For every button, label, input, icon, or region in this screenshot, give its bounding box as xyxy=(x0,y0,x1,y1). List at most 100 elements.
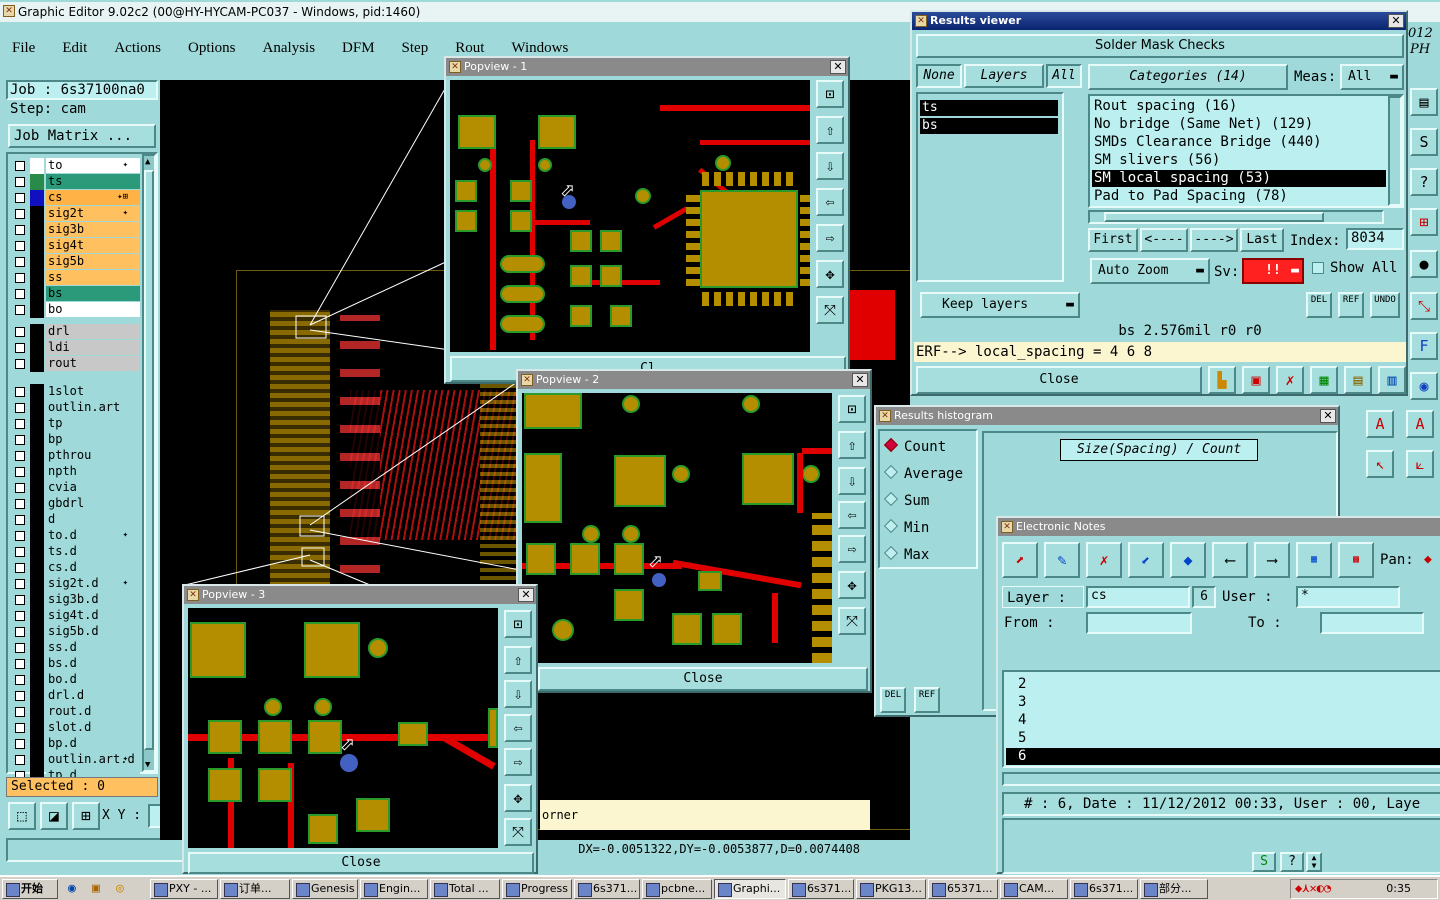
meas-select[interactable]: All ▬ xyxy=(1340,64,1404,90)
popview-2-close-icon[interactable]: ✕ xyxy=(852,373,868,387)
layer-row[interactable]: rout xyxy=(12,356,140,372)
show-all-checkbox[interactable] xyxy=(1312,262,1324,274)
layer-row[interactable]: sig5b.d xyxy=(12,624,140,640)
category-item[interactable]: Pad to Pad Spacing (78) xyxy=(1092,188,1386,205)
notes-list-hscroll[interactable] xyxy=(1002,772,1440,786)
menu-step[interactable]: Step xyxy=(398,38,433,59)
measure-tool-button[interactable]: ◪ xyxy=(40,802,68,830)
layer-row[interactable]: ldi xyxy=(12,340,140,356)
desktop-icon[interactable]: ▣ xyxy=(92,881,100,896)
layer-row[interactable]: tp xyxy=(12,416,140,432)
job-matrix-button[interactable]: Job Matrix ... xyxy=(8,124,156,148)
right-tool-12-icon[interactable]: ⟀ xyxy=(1406,450,1434,478)
layer-row[interactable]: bs xyxy=(12,286,140,302)
ie-icon[interactable]: ◉ xyxy=(68,881,76,896)
layer-result-list[interactable]: ts bs xyxy=(916,92,1064,282)
zoom-in-icon[interactable]: ✥ xyxy=(504,784,532,812)
zoom-out-icon[interactable]: ⤧ xyxy=(504,818,532,846)
graph-tool-2-icon[interactable]: ▣ xyxy=(1242,366,1270,394)
popview-1-titlebar[interactable]: ✕ Popview - 1 xyxy=(446,58,848,76)
taskbar-item[interactable]: Total ... xyxy=(430,879,500,899)
notes-list[interactable]: 23456 xyxy=(1002,670,1440,768)
layer-row[interactable]: ss.d xyxy=(12,640,140,656)
zoom-fit-icon[interactable]: ⊡ xyxy=(816,80,844,108)
taskbar-item[interactable]: PKG13... xyxy=(856,879,926,899)
layer-checkbox[interactable] xyxy=(15,707,25,717)
histogram-ref-button[interactable]: REF xyxy=(914,687,940,713)
taskbar-item[interactable]: Graphi... xyxy=(714,879,786,899)
prev-button[interactable]: <---- xyxy=(1140,228,1188,252)
layer-row[interactable]: pthrou xyxy=(12,448,140,464)
layer-checkbox[interactable] xyxy=(15,691,25,701)
notes-from-input[interactable] xyxy=(1086,612,1192,634)
histogram-close-icon[interactable]: ✕ xyxy=(1320,409,1336,423)
layer-row[interactable]: drl.d xyxy=(12,688,140,704)
pan-down-icon[interactable]: ⇩ xyxy=(504,680,532,708)
layer-row[interactable]: bp.d xyxy=(12,736,140,752)
category-hscroll-thumb[interactable] xyxy=(1104,212,1324,222)
layer-row[interactable]: sig5b xyxy=(12,254,140,270)
layer-checkbox[interactable] xyxy=(15,209,25,219)
right-tool-9-icon[interactable]: A xyxy=(1366,410,1394,438)
tray-icons[interactable]: ◆⋏✕◐◔ xyxy=(1295,881,1331,895)
layer-checkbox[interactable] xyxy=(15,659,25,669)
popview-1-canvas[interactable]: ⬀ xyxy=(450,80,810,352)
layer-checkbox[interactable] xyxy=(15,289,25,299)
results-close-button[interactable]: Close xyxy=(916,366,1202,394)
taskbar-item[interactable]: Engin... xyxy=(360,879,428,899)
note-item[interactable]: 3 xyxy=(1006,694,1440,711)
note-item[interactable]: 4 xyxy=(1006,712,1440,729)
zoom-out-icon[interactable]: ⤧ xyxy=(838,607,866,635)
pan-left-icon[interactable]: ⇦ xyxy=(838,501,866,529)
auto-zoom-select[interactable]: Auto Zoom ▬ xyxy=(1090,258,1210,284)
layer-checkbox[interactable] xyxy=(15,547,25,557)
menu-actions[interactable]: Actions xyxy=(110,38,165,59)
layer-checkbox[interactable] xyxy=(15,305,25,315)
layer-row[interactable]: npth xyxy=(12,464,140,480)
snap-tool-button[interactable]: ⬚ xyxy=(8,802,36,830)
layer-row[interactable]: ts.d xyxy=(12,544,140,560)
pan-up-icon[interactable]: ⇧ xyxy=(816,116,844,144)
layer-row[interactable]: 1slot xyxy=(12,384,140,400)
menu-edit[interactable]: Edit xyxy=(58,38,91,59)
layer-checkbox[interactable] xyxy=(15,451,25,461)
notes-user-input[interactable]: * xyxy=(1296,586,1400,608)
pan-right-icon[interactable]: ⇨ xyxy=(504,748,532,776)
pan-left-icon[interactable]: ⇦ xyxy=(504,714,532,742)
taskbar-item[interactable]: 65371... xyxy=(928,879,998,899)
category-item[interactable]: SM local spacing (53) xyxy=(1092,170,1386,187)
graph-tool-4-icon[interactable]: ▦ xyxy=(1310,366,1338,394)
grid-tool-button[interactable]: ⊞ xyxy=(72,802,100,830)
zoom-fit-icon[interactable]: ⊡ xyxy=(504,610,532,638)
layer-checkbox[interactable] xyxy=(15,343,25,353)
popview-3-titlebar[interactable]: ✕ Popview - 3 xyxy=(184,586,536,604)
menu-options[interactable]: Options xyxy=(184,38,240,59)
layer-row[interactable]: to ✦ xyxy=(12,158,140,174)
sv-select[interactable]: !! ▬ xyxy=(1242,258,1304,284)
layer-checkbox[interactable] xyxy=(15,595,25,605)
note-item[interactable]: 2 xyxy=(1006,676,1440,693)
popview-3-canvas[interactable]: ⬀ xyxy=(188,608,498,848)
category-item[interactable]: Rout spacing (16) xyxy=(1092,98,1386,115)
layer-row[interactable]: sig3b xyxy=(12,222,140,238)
note-item[interactable]: 6 xyxy=(1006,748,1440,765)
right-tool-2-icon[interactable]: S xyxy=(1410,128,1438,156)
layer-row[interactable]: cvia xyxy=(12,480,140,496)
layer-row[interactable]: sig2t ✦ xyxy=(12,206,140,222)
right-tool-7-icon[interactable]: F xyxy=(1410,332,1438,360)
index-input[interactable]: 8034 xyxy=(1346,228,1404,250)
last-button[interactable]: Last xyxy=(1240,228,1284,252)
layer-row[interactable]: to.d ✦ xyxy=(12,528,140,544)
layer-checkbox[interactable] xyxy=(15,177,25,187)
histogram-titlebar[interactable]: ✕ Results histogram xyxy=(876,407,1338,425)
right-tool-8-icon[interactable]: ◉ xyxy=(1410,372,1438,400)
layer-list-scrollbar[interactable]: ▲ ▼ xyxy=(142,154,156,772)
category-item[interactable]: SMDs Clearance Bridge (440) xyxy=(1092,134,1386,151)
category-list-hscroll[interactable] xyxy=(1088,210,1384,224)
layer-checkbox[interactable] xyxy=(15,611,25,621)
layer-checkbox[interactable] xyxy=(15,675,25,685)
layer-row[interactable]: bs.d xyxy=(12,656,140,672)
taskbar-item[interactable]: CAM... xyxy=(1000,879,1068,899)
notes-layer-input[interactable]: cs xyxy=(1086,586,1190,608)
popview-2-close-button[interactable]: Close xyxy=(538,667,868,691)
